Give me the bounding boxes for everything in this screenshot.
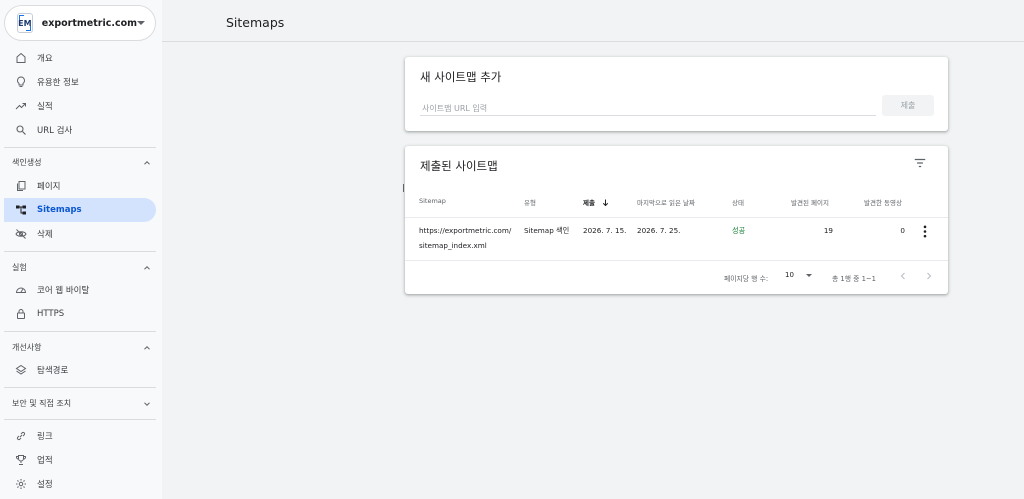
nav-achievements[interactable]: 업적	[4, 448, 156, 472]
nav-insights-label: 유용한 정보	[37, 78, 79, 88]
page-title: Sitemaps	[226, 15, 285, 30]
chevron-up-icon	[144, 345, 150, 350]
home-icon	[15, 52, 27, 64]
col-header-discovered-videos[interactable]: 발견한 동영상	[864, 197, 902, 207]
nav-pages[interactable]: 페이지	[4, 174, 156, 198]
nav-links[interactable]: 링크	[4, 424, 156, 448]
nav-divider	[4, 147, 156, 148]
eye-off-icon	[15, 228, 27, 240]
nav-url-inspection[interactable]: URL 검사	[4, 118, 156, 142]
section-indexing[interactable]: 색인생성	[12, 157, 152, 168]
chevron-up-icon	[144, 265, 150, 270]
nav-removals-label: 삭제	[37, 230, 53, 240]
chevron-left-icon[interactable]	[897, 270, 909, 282]
submit-button[interactable]: 제출	[882, 95, 934, 116]
more-vert-icon[interactable]	[922, 225, 928, 238]
gear-icon	[15, 478, 27, 490]
add-sitemap-card: 새 사이트맵 추가 제출	[405, 57, 948, 131]
submitted-sitemaps-card: 제출된 사이트맵 Sitemap 유형 제출 마지막으로 읽은 날짜 상태 발견…	[403, 146, 948, 294]
chevron-up-icon	[144, 160, 150, 165]
rows-per-page-select[interactable]: 10	[785, 271, 812, 279]
nav-settings-label: 설정	[37, 480, 53, 490]
status-badge: 성공	[732, 226, 746, 235]
section-enhancements[interactable]: 개선사항	[12, 342, 152, 353]
property-logo: EM	[17, 13, 33, 33]
nav-achievements-label: 업적	[37, 456, 53, 466]
section-enhancements-label: 개선사항	[12, 343, 42, 352]
pages-icon	[15, 180, 27, 192]
link-icon	[15, 430, 27, 442]
property-selector[interactable]: EM exportmetric.com	[4, 5, 156, 41]
sitemap-url-line1: https://exportmetric.com/	[419, 226, 512, 235]
nav-divider	[4, 251, 156, 252]
nav-https-label: HTTPS	[37, 309, 65, 319]
nav-overview-label: 개요	[37, 54, 53, 64]
section-experience-label: 실험	[12, 263, 27, 272]
col-header-submitted-label: 제출	[583, 199, 595, 207]
lightbulb-icon	[15, 76, 27, 88]
table-footer-divider	[405, 260, 948, 261]
sitemap-url-line2: sitemap_index.xml	[419, 241, 487, 250]
dropdown-arrow-icon	[805, 273, 812, 277]
resize-handle	[403, 184, 404, 192]
nav-core-web-vitals-label: 코어 웹 바이탈	[37, 286, 90, 296]
pagination-range: 총 1행 중 1~1	[832, 275, 876, 283]
arrow-down-icon	[602, 199, 609, 206]
nav-links-label: 링크	[37, 432, 53, 442]
section-indexing-label: 색인생성	[12, 158, 42, 167]
col-header-sitemap[interactable]: Sitemap	[419, 197, 446, 205]
sitemap-type: Sitemap 색인	[524, 226, 570, 235]
nav-overview[interactable]: 개요	[4, 46, 156, 70]
nav-settings[interactable]: 설정	[4, 472, 156, 496]
section-security-label: 보안 및 직접 조치	[12, 399, 72, 408]
speed-gauge-icon	[15, 284, 27, 296]
trophy-icon	[15, 454, 27, 466]
nav-performance-label: 실적	[37, 102, 53, 112]
sitemap-icon	[15, 204, 27, 216]
nav-insights[interactable]: 유용한 정보	[4, 70, 156, 94]
submitted-sitemaps-title: 제출된 사이트맵	[420, 159, 498, 173]
col-header-status[interactable]: 상태	[732, 197, 744, 207]
nav-removals[interactable]: 삭제	[4, 222, 156, 246]
sidebar: EM exportmetric.com 개요 유용한 정보 실적 URL 검사 …	[0, 0, 162, 499]
sitemap-discovered-pages: 19	[823, 226, 833, 235]
sitemap-submitted-date: 2026. 7. 15.	[583, 226, 627, 235]
nav-sitemaps[interactable]: Sitemaps	[4, 198, 156, 222]
col-header-submitted[interactable]: 제출	[583, 197, 610, 207]
col-header-discovered-pages[interactable]: 발견된 페이지	[791, 197, 829, 207]
col-header-type[interactable]: 유형	[524, 197, 536, 207]
nav-divider	[4, 331, 156, 332]
table-header-divider	[405, 217, 948, 218]
lock-icon	[15, 308, 27, 320]
nav-sitemaps-label: Sitemaps	[37, 205, 82, 215]
section-security[interactable]: 보안 및 직접 조치	[12, 398, 152, 409]
trending-up-icon	[15, 100, 27, 112]
search-icon	[15, 124, 27, 136]
nav-divider	[4, 419, 156, 420]
sitemap-last-read-date: 2026. 7. 25.	[637, 226, 681, 235]
col-header-last-read[interactable]: 마지막으로 읽은 날짜	[637, 197, 695, 207]
filter-icon[interactable]	[913, 156, 927, 170]
nav-breadcrumbs-label: 탐색경로	[37, 366, 69, 376]
layers-icon	[15, 364, 27, 376]
nav-https[interactable]: HTTPS	[4, 302, 156, 326]
dropdown-caret-icon	[137, 21, 145, 25]
add-sitemap-title: 새 사이트맵 추가	[420, 70, 502, 84]
nav-breadcrumbs[interactable]: 탐색경로	[4, 358, 156, 382]
nav-url-inspection-label: URL 검사	[37, 126, 73, 136]
sitemap-discovered-videos: 0	[900, 226, 905, 235]
chevron-right-icon[interactable]	[923, 270, 935, 282]
rows-per-page-value: 10	[785, 271, 794, 279]
header-divider	[162, 41, 1024, 42]
nav-performance[interactable]: 실적	[4, 94, 156, 118]
nav-core-web-vitals[interactable]: 코어 웹 바이탈	[4, 278, 156, 302]
sitemap-url[interactable]: https://exportmetric.com/ sitemap_index.…	[419, 223, 511, 253]
nav-divider	[4, 387, 156, 388]
rows-per-page-label: 페이지당 행 수:	[724, 275, 769, 283]
chevron-down-icon	[144, 401, 150, 406]
section-experience[interactable]: 실험	[12, 262, 152, 273]
sitemap-url-input[interactable]	[420, 102, 876, 116]
property-name: exportmetric.com	[41, 17, 137, 29]
nav-pages-label: 페이지	[37, 182, 61, 192]
